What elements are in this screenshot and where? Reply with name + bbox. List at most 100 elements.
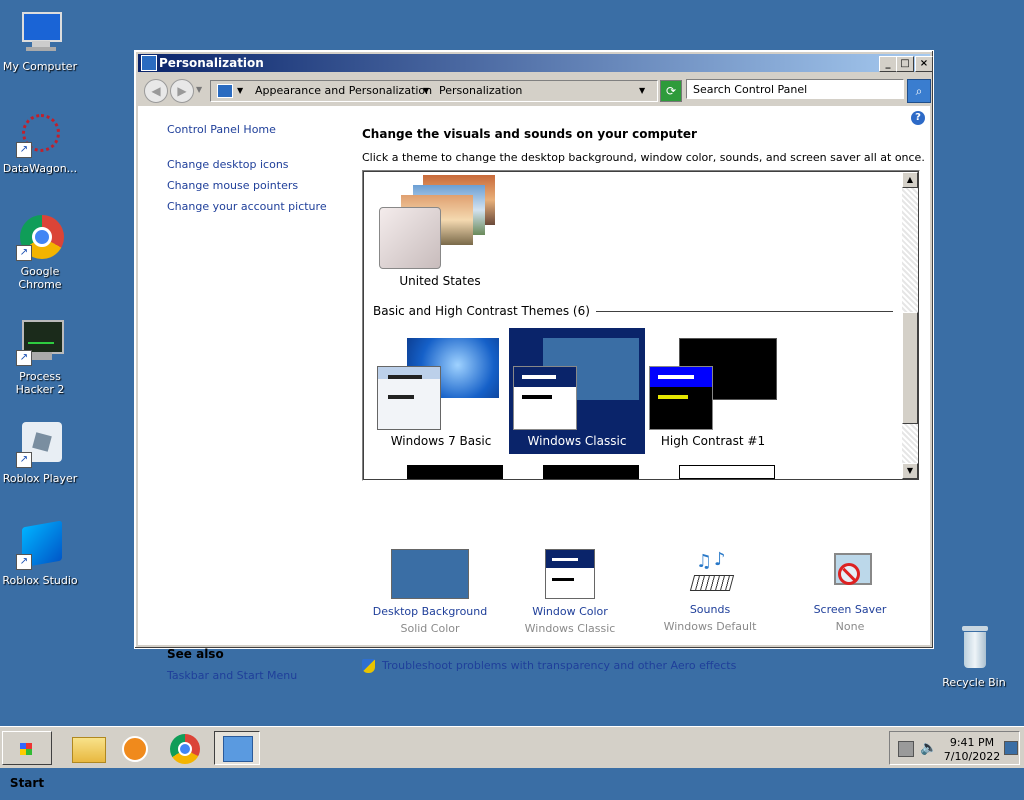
desktop-background-setting[interactable]: Desktop Background Solid Color (360, 549, 500, 635)
theme-partial-row-item[interactable] (543, 465, 639, 479)
control-panel-icon (223, 736, 253, 762)
setting-name: Sounds (689, 603, 731, 616)
theme-window-preview (649, 366, 713, 430)
clock[interactable]: 9:41 PM 7/10/2022 (942, 736, 1002, 764)
network-icon[interactable] (898, 741, 914, 757)
sounds-icon: ♫ ♪ (686, 549, 735, 597)
desktop-icon-process-hacker[interactable]: ↗ Process Hacker 2 (0, 318, 80, 396)
refresh-icon[interactable]: ⟳ (660, 80, 682, 102)
scroll-up-button[interactable]: ▲ (902, 172, 918, 188)
volume-icon[interactable]: 🔈 (920, 740, 937, 756)
personalization-icon (141, 55, 157, 71)
address-bar: ◀ ▶ ▼ ▼ Appearance and Personalization ▼… (138, 75, 931, 105)
setting-value: None (835, 620, 865, 633)
theme-label-windows-7-basic[interactable]: Windows 7 Basic (376, 434, 506, 448)
setting-value: Solid Color (400, 622, 460, 635)
theme-label-windows-classic[interactable]: Windows Classic (512, 434, 642, 448)
address-dropdown-icon[interactable]: ▼ (639, 81, 645, 101)
theme-window-preview (377, 366, 441, 430)
shortcut-arrow-icon: ↗ (16, 452, 32, 468)
troubleshoot-aero-link[interactable]: Troubleshoot problems with transparency … (382, 659, 736, 672)
chrome-icon: ↗ (16, 213, 64, 261)
desktop-icon-label: DataWagon... (2, 162, 78, 175)
taskbar-start-menu-link[interactable]: Taskbar and Start Menu (167, 669, 297, 682)
setting-value: Windows Classic (524, 622, 616, 635)
process-hacker-icon: ↗ (16, 318, 64, 366)
datawagon-icon: ↗ (16, 110, 64, 158)
close-button[interactable]: × (915, 56, 933, 72)
change-account-picture-link[interactable]: Change your account picture (167, 200, 327, 213)
sounds-setting[interactable]: ♫ ♪ Sounds Windows Default (640, 549, 780, 633)
scroll-thumb[interactable] (902, 312, 918, 424)
chevron-down-icon[interactable]: ▼ (237, 81, 243, 101)
theme-list-scrollbar[interactable]: ▲ ▼ (902, 172, 918, 479)
maximize-button[interactable]: □ (896, 56, 914, 72)
setting-name: Desktop Background (372, 605, 488, 618)
roblox-studio-icon: ↗ (16, 520, 64, 570)
search-icon[interactable]: ⌕ (907, 79, 931, 103)
change-desktop-icons-link[interactable]: Change desktop icons (167, 158, 289, 171)
control-panel-icon (217, 84, 233, 98)
back-button[interactable]: ◀ (144, 79, 168, 103)
taskbar-media-player[interactable] (116, 731, 156, 765)
minimize-button[interactable]: _ (879, 56, 897, 72)
folder-icon (72, 737, 106, 763)
taskbar-control-panel[interactable] (214, 731, 260, 765)
desktop-icon-roblox-studio[interactable]: ↗ Roblox Studio (0, 520, 80, 587)
start-label: Start (9, 776, 45, 790)
taskbar-chrome[interactable] (166, 731, 206, 765)
computer-icon (16, 8, 64, 56)
shortcut-arrow-icon: ↗ (16, 554, 32, 570)
theme-label-high-contrast-1[interactable]: High Contrast #1 (648, 434, 778, 448)
window-title: Personalization (159, 56, 264, 70)
search-input[interactable]: Search Control Panel (686, 79, 904, 99)
desktop-icon-datawagon[interactable]: ↗ DataWagon... (0, 110, 80, 175)
screen-saver-icon (826, 549, 874, 597)
theme-window-preview (379, 207, 441, 269)
show-desktop-icon[interactable] (1004, 741, 1018, 755)
personalization-window: Personalization _ □ × ◀ ▶ ▼ ▼ Appearance… (134, 50, 934, 682)
desktop-icon-my-computer[interactable]: My Computer (0, 8, 80, 73)
desktop-icon-google-chrome[interactable]: ↗ Google Chrome (0, 213, 80, 291)
theme-list: United States Basic and High Contrast Th… (362, 170, 920, 481)
taskbar-explorer[interactable] (68, 731, 108, 765)
see-also-heading: See also (167, 647, 224, 661)
screen-saver-setting[interactable]: Screen Saver None (780, 549, 920, 633)
change-mouse-pointers-link[interactable]: Change mouse pointers (167, 179, 298, 192)
help-icon[interactable]: ? (911, 111, 925, 125)
breadcrumb-appearance[interactable]: Appearance and Personalization (255, 81, 432, 101)
desktop-icon-recycle-bin[interactable]: Recycle Bin (934, 624, 1014, 689)
breadcrumb-personalization[interactable]: Personalization (439, 81, 522, 101)
theme-label-united-states[interactable]: United States (375, 274, 505, 288)
clock-date: 7/10/2022 (943, 750, 1001, 763)
windows-logo-icon (20, 743, 32, 755)
system-tray: 🔈 9:41 PM 7/10/2022 (889, 731, 1020, 765)
theme-partial-row-item[interactable] (407, 465, 503, 479)
desktop-background-icon (391, 549, 469, 599)
clock-time: 9:41 PM (949, 736, 995, 749)
forward-button[interactable]: ▶ (170, 79, 194, 103)
setting-value: Windows Default (663, 620, 757, 633)
taskbar: Start 🔈 9:41 PM 7/10/2022 (0, 726, 1024, 790)
shortcut-arrow-icon: ↗ (16, 245, 32, 261)
shield-icon (362, 659, 375, 673)
control-panel-home-link[interactable]: Control Panel Home (167, 123, 276, 136)
media-player-icon (122, 736, 148, 762)
recent-pages-dropdown[interactable]: ▼ (196, 85, 202, 94)
desktop-icon-roblox-player[interactable]: ↗ Roblox Player (0, 420, 80, 485)
shortcut-arrow-icon: ↗ (16, 350, 32, 366)
desktop-icon-label: Roblox Studio (2, 574, 78, 587)
start-button[interactable]: Start (2, 731, 52, 790)
page-title: Change the visuals and sounds on your co… (362, 127, 697, 141)
theme-partial-row-item[interactable] (679, 465, 775, 479)
window-color-setting[interactable]: Window Color Windows Classic (500, 549, 640, 635)
content-area: Control Panel Home Change desktop icons … (138, 106, 930, 682)
chevron-down-icon[interactable]: ▼ (423, 81, 429, 101)
desktop-icon-label: Google Chrome (18, 265, 62, 291)
breadcrumb[interactable]: ▼ Appearance and Personalization ▼ Perso… (210, 80, 658, 102)
scroll-down-button[interactable]: ▼ (902, 463, 918, 479)
desktop-icon-label: Roblox Player (2, 472, 78, 485)
theme-window-preview (513, 366, 577, 430)
desktop-icon-label: My Computer (2, 60, 78, 73)
window-titlebar[interactable]: Personalization _ □ × (138, 54, 933, 72)
